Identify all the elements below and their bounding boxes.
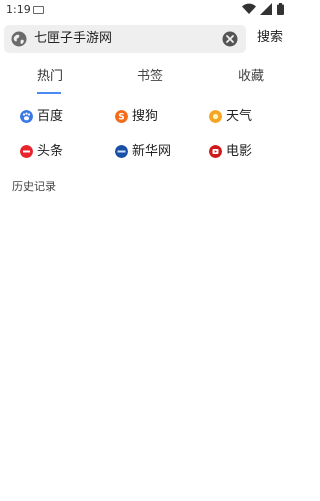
tab-favorites[interactable]: 收藏 [238,68,264,86]
tab-hot[interactable]: 热门 [37,68,63,86]
movie-icon [209,145,222,158]
shortcut-label: 电影 [226,144,253,159]
tab-bar: 热门 书签 收藏 [0,65,300,95]
toutiao-icon [20,145,33,158]
search-button[interactable]: 搜索 [257,29,283,47]
xinhua-icon [115,145,128,158]
shortcut-label: 头条 [37,144,64,159]
search-query: 七匣子手游网 [34,31,113,46]
tab-bookmarks[interactable]: 书签 [137,68,163,86]
search-input[interactable]: 七匣子手游网 [4,25,246,53]
status-bar: 1:19 [0,0,300,20]
active-tab-indicator [37,92,61,94]
shortcut-label: 天气 [226,109,253,124]
clear-icon[interactable] [222,31,238,47]
signal-icon [260,3,272,15]
status-indicators [242,3,292,16]
sogou-icon: S [115,110,128,123]
shortcut-label: 搜狗 [132,109,159,124]
shortcut-weather[interactable]: 天气 [209,108,269,126]
baidu-icon [20,110,33,123]
wifi-icon [242,3,256,15]
shortcut-label: 百度 [37,109,64,124]
shortcut-baidu[interactable]: 百度 [20,108,80,126]
svg-text:S: S [118,113,124,123]
shortcut-movie[interactable]: 电影 [209,143,269,161]
battery-icon [277,3,284,15]
status-time: 1:19 [6,3,31,16]
sim-card-icon [33,6,44,14]
shortcut-sogou[interactable]: S 搜狗 [115,108,175,126]
shortcut-label: 新华网 [132,144,172,159]
globe-icon [11,31,27,47]
shortcut-toutiao[interactable]: 头条 [20,143,80,161]
history-title: 历史记录 [12,180,56,193]
shortcut-xinhua[interactable]: 新华网 [115,143,185,161]
weather-icon [209,110,222,123]
